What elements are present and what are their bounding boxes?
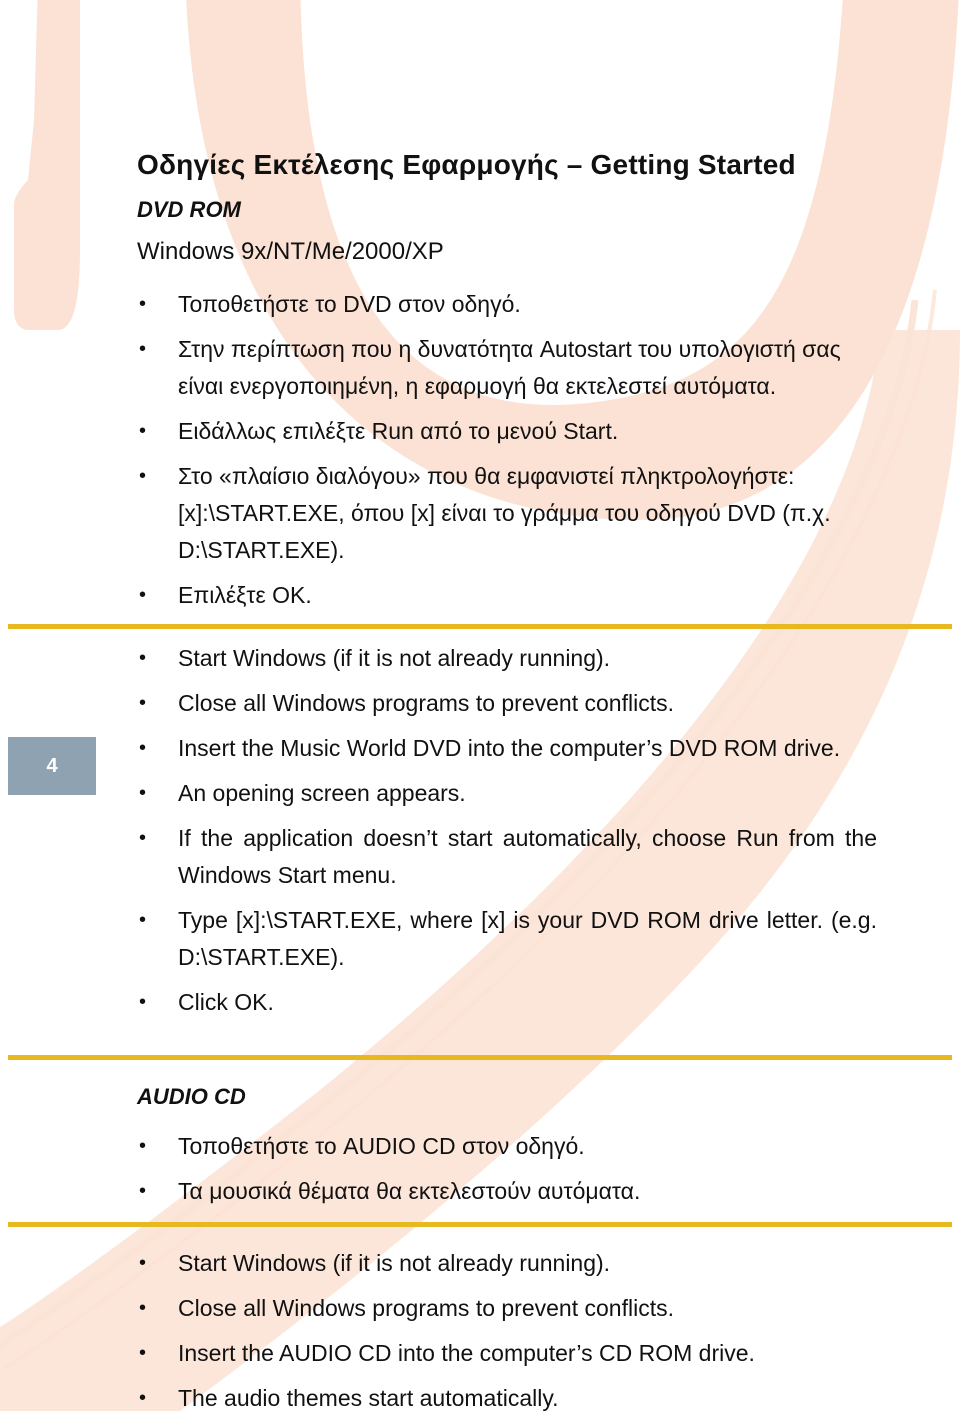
divider-rule-3 — [8, 1222, 952, 1227]
platform-line: Windows 9x/NT/Me/2000/XP — [137, 238, 444, 265]
dvd-english-bullet-list: Start Windows (if it is not already runn… — [137, 640, 877, 1029]
list-item: Start Windows (if it is not already runn… — [137, 640, 877, 677]
audio-english-bullet-list: Start Windows (if it is not already runn… — [137, 1245, 877, 1411]
list-item: An opening screen appears. — [137, 775, 877, 812]
page-number-value: 4 — [46, 754, 58, 777]
list-item: Ειδάλλως επιλέξτε Run από το μενού Start… — [137, 413, 877, 450]
list-item: Στο «πλαίσιο διαλόγου» που θα εμφανιστεί… — [137, 458, 877, 569]
list-item: Type [x]:\START.EXE, where [x] is your D… — [137, 902, 877, 976]
page-number-badge: 4 — [8, 737, 96, 795]
divider-rule-1 — [8, 624, 952, 629]
list-item: Close all Windows programs to prevent co… — [137, 1290, 877, 1327]
list-item: The audio themes start automatically. — [137, 1380, 877, 1411]
list-item: If the application doesn’t start automat… — [137, 820, 877, 894]
section-heading-audio-cd: AUDIO CD — [137, 1084, 246, 1109]
dvd-greek-bullet-list: Τοποθετήστε το DVD στον οδηγό. Στην περί… — [137, 286, 877, 622]
list-item: Επιλέξτε OK. — [137, 577, 877, 614]
section-heading-dvd-rom: DVD ROM — [137, 197, 241, 222]
list-item: Στην περίπτωση που η δυνατότητα Autostar… — [137, 331, 877, 405]
list-item: Τοποθετήστε το DVD στον οδηγό. — [137, 286, 877, 323]
list-item: Insert the Music World DVD into the comp… — [137, 730, 877, 767]
list-item: Click OK. — [137, 984, 877, 1021]
slide-page: 4 Οδηγίες Εκτέλεσης Εφαρμογής – Getting … — [0, 0, 960, 1411]
list-item: Τα μουσικά θέματα θα εκτελεστούν αυτόματ… — [137, 1173, 877, 1210]
list-item: Close all Windows programs to prevent co… — [137, 685, 877, 722]
audio-greek-bullet-list: Τοποθετήστε το AUDIO CD στον οδηγό. Τα μ… — [137, 1128, 877, 1218]
list-item: Start Windows (if it is not already runn… — [137, 1245, 877, 1282]
page-title: Οδηγίες Εκτέλεσης Εφαρμογής – Getting St… — [137, 148, 796, 180]
list-item: Τοποθετήστε το AUDIO CD στον οδηγό. — [137, 1128, 877, 1165]
divider-rule-2 — [8, 1055, 952, 1060]
list-item: Insert the AUDIO CD into the computer’s … — [137, 1335, 877, 1372]
